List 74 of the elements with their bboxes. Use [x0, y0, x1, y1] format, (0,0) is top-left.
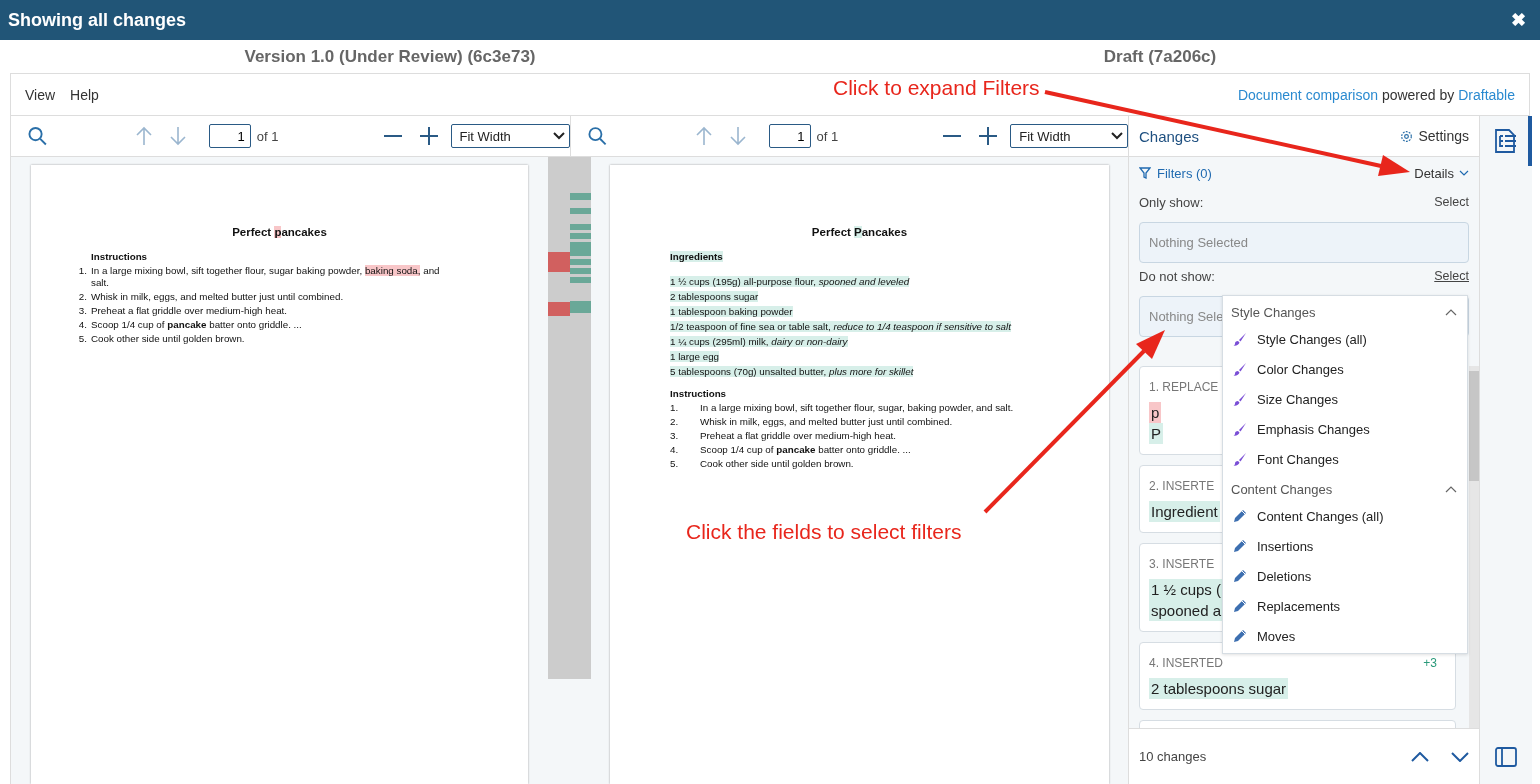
document-title: Perfect pancakes	[232, 226, 327, 238]
page-count: of 1	[816, 128, 839, 144]
page-number-field[interactable]: 1	[208, 124, 251, 148]
menu-item[interactable]: View	[25, 86, 56, 103]
settings-button[interactable]: Settings	[1400, 128, 1469, 144]
document-heading: Instructions	[670, 388, 727, 400]
filter-label: Only show:	[1139, 195, 1204, 212]
change-text: 2 tablespoons sugar	[1149, 678, 1289, 699]
group-heading: Content Changes	[1231, 481, 1333, 497]
changes-count: 10 changes	[1139, 749, 1208, 764]
menu-item[interactable]: Help	[70, 86, 99, 103]
list-item-text: Scoop 1/4 cup of pancake batter onto griddle. ...	[700, 444, 912, 456]
dropdown-item[interactable]: Style Changes (all)	[1223, 324, 1467, 354]
list-number: 5.	[670, 458, 680, 470]
change-text: Ingredient	[1149, 501, 1220, 522]
filter-label: Do not show:	[1139, 269, 1215, 286]
page-count: of 1	[256, 128, 279, 144]
version-title: Version 1.0 (Under Review) (6c3e73)	[244, 46, 536, 66]
page-number-field[interactable]: 1	[768, 124, 811, 148]
filters-toggle[interactable]: Filters (0)	[1139, 165, 1212, 181]
list-number: 5.	[77, 333, 87, 345]
annotation-text: Click the fields to select filters	[686, 520, 962, 544]
annotation-text: Click to expand Filters	[833, 76, 1040, 100]
list-number: 4.	[77, 319, 87, 331]
zoom-select[interactable]: Fit Width	[1010, 124, 1128, 148]
list-number: 2.	[77, 291, 87, 303]
dropdown-item[interactable]: Font Changes	[1223, 444, 1467, 474]
list-item-text: In a large mixing bowl, sift together flour, sugar, baking powder, and salt.	[700, 402, 1015, 414]
change-count: +3	[1423, 656, 1437, 670]
change-text: spooned a	[1149, 600, 1224, 621]
list-item-text: Cook other side until golden brown.	[91, 333, 246, 345]
change-heading: 4. INSERTED	[1149, 656, 1223, 670]
select-link[interactable]: Select	[1434, 195, 1469, 212]
document-title: Perfect Pancakes	[811, 226, 908, 238]
list-item-text: Preheat a flat griddle over medium-high heat.	[91, 305, 289, 317]
dropdown-item[interactable]: Deletions	[1223, 561, 1467, 591]
document-heading: Ingredients	[670, 251, 723, 263]
close-button[interactable]: ✖	[1511, 9, 1526, 31]
list-number: 2.	[670, 416, 680, 428]
select-link[interactable]: Select	[1434, 269, 1469, 286]
change-heading: 1. REPLACE	[1149, 380, 1219, 394]
brand-link[interactable]: Draftable	[1458, 86, 1515, 103]
list-item-text: Whisk in milk, eggs, and melted butter just until combined.	[91, 291, 345, 303]
change-heading: 3. INSERTE	[1149, 557, 1215, 571]
change-text: P	[1149, 423, 1163, 444]
document-heading: Instructions	[91, 251, 148, 263]
list-item-text: Scoop 1/4 cup of pancake batter onto griddle. ...	[91, 319, 303, 331]
change-heading: 2. INSERTE	[1149, 479, 1215, 493]
list-number: 1.	[670, 402, 680, 414]
list-number: 4.	[670, 444, 680, 456]
version-title: Draft (7a206c)	[1103, 46, 1217, 66]
list-number: 3.	[77, 305, 87, 317]
list-item-text: Preheat a flat griddle over medium-high heat.	[700, 430, 898, 442]
list-number: 1.	[77, 265, 87, 278]
list-item-text: Whisk in milk, eggs, and melted butter just until combined.	[700, 416, 954, 428]
list-number: 3.	[670, 430, 680, 442]
document-comparison-link[interactable]: Document comparison	[1237, 86, 1378, 103]
change-text: p	[1149, 402, 1162, 423]
details-toggle[interactable]: Details	[1414, 165, 1469, 181]
group-heading: Style Changes	[1231, 304, 1316, 320]
dropdown-item[interactable]: Color Changes	[1223, 354, 1467, 384]
list-item-text: Cook other side until golden brown.	[700, 458, 855, 470]
zoom-select[interactable]: Fit Width	[450, 124, 570, 148]
attribution-text: Document comparison powered by Draftable	[1237, 86, 1515, 103]
dropdown-item[interactable]: Insertions	[1223, 531, 1467, 561]
change-text: 1 ½ cups (	[1149, 579, 1224, 600]
dropdown-item[interactable]: Replacements	[1223, 591, 1467, 621]
dropdown-item[interactable]: Moves	[1223, 621, 1467, 651]
list-item-text: In a large mixing bowl, sift together flour, sugar baking powder, baking soda, and salt.	[91, 265, 441, 289]
dropdown-item[interactable]: Size Changes	[1223, 384, 1467, 414]
dropdown-item[interactable]: Content Changes (all)	[1223, 501, 1467, 531]
dropdown-item[interactable]: Emphasis Changes	[1223, 414, 1467, 444]
panel-title: Changes	[1139, 127, 1200, 145]
window-title: Showing all changes	[8, 9, 187, 31]
